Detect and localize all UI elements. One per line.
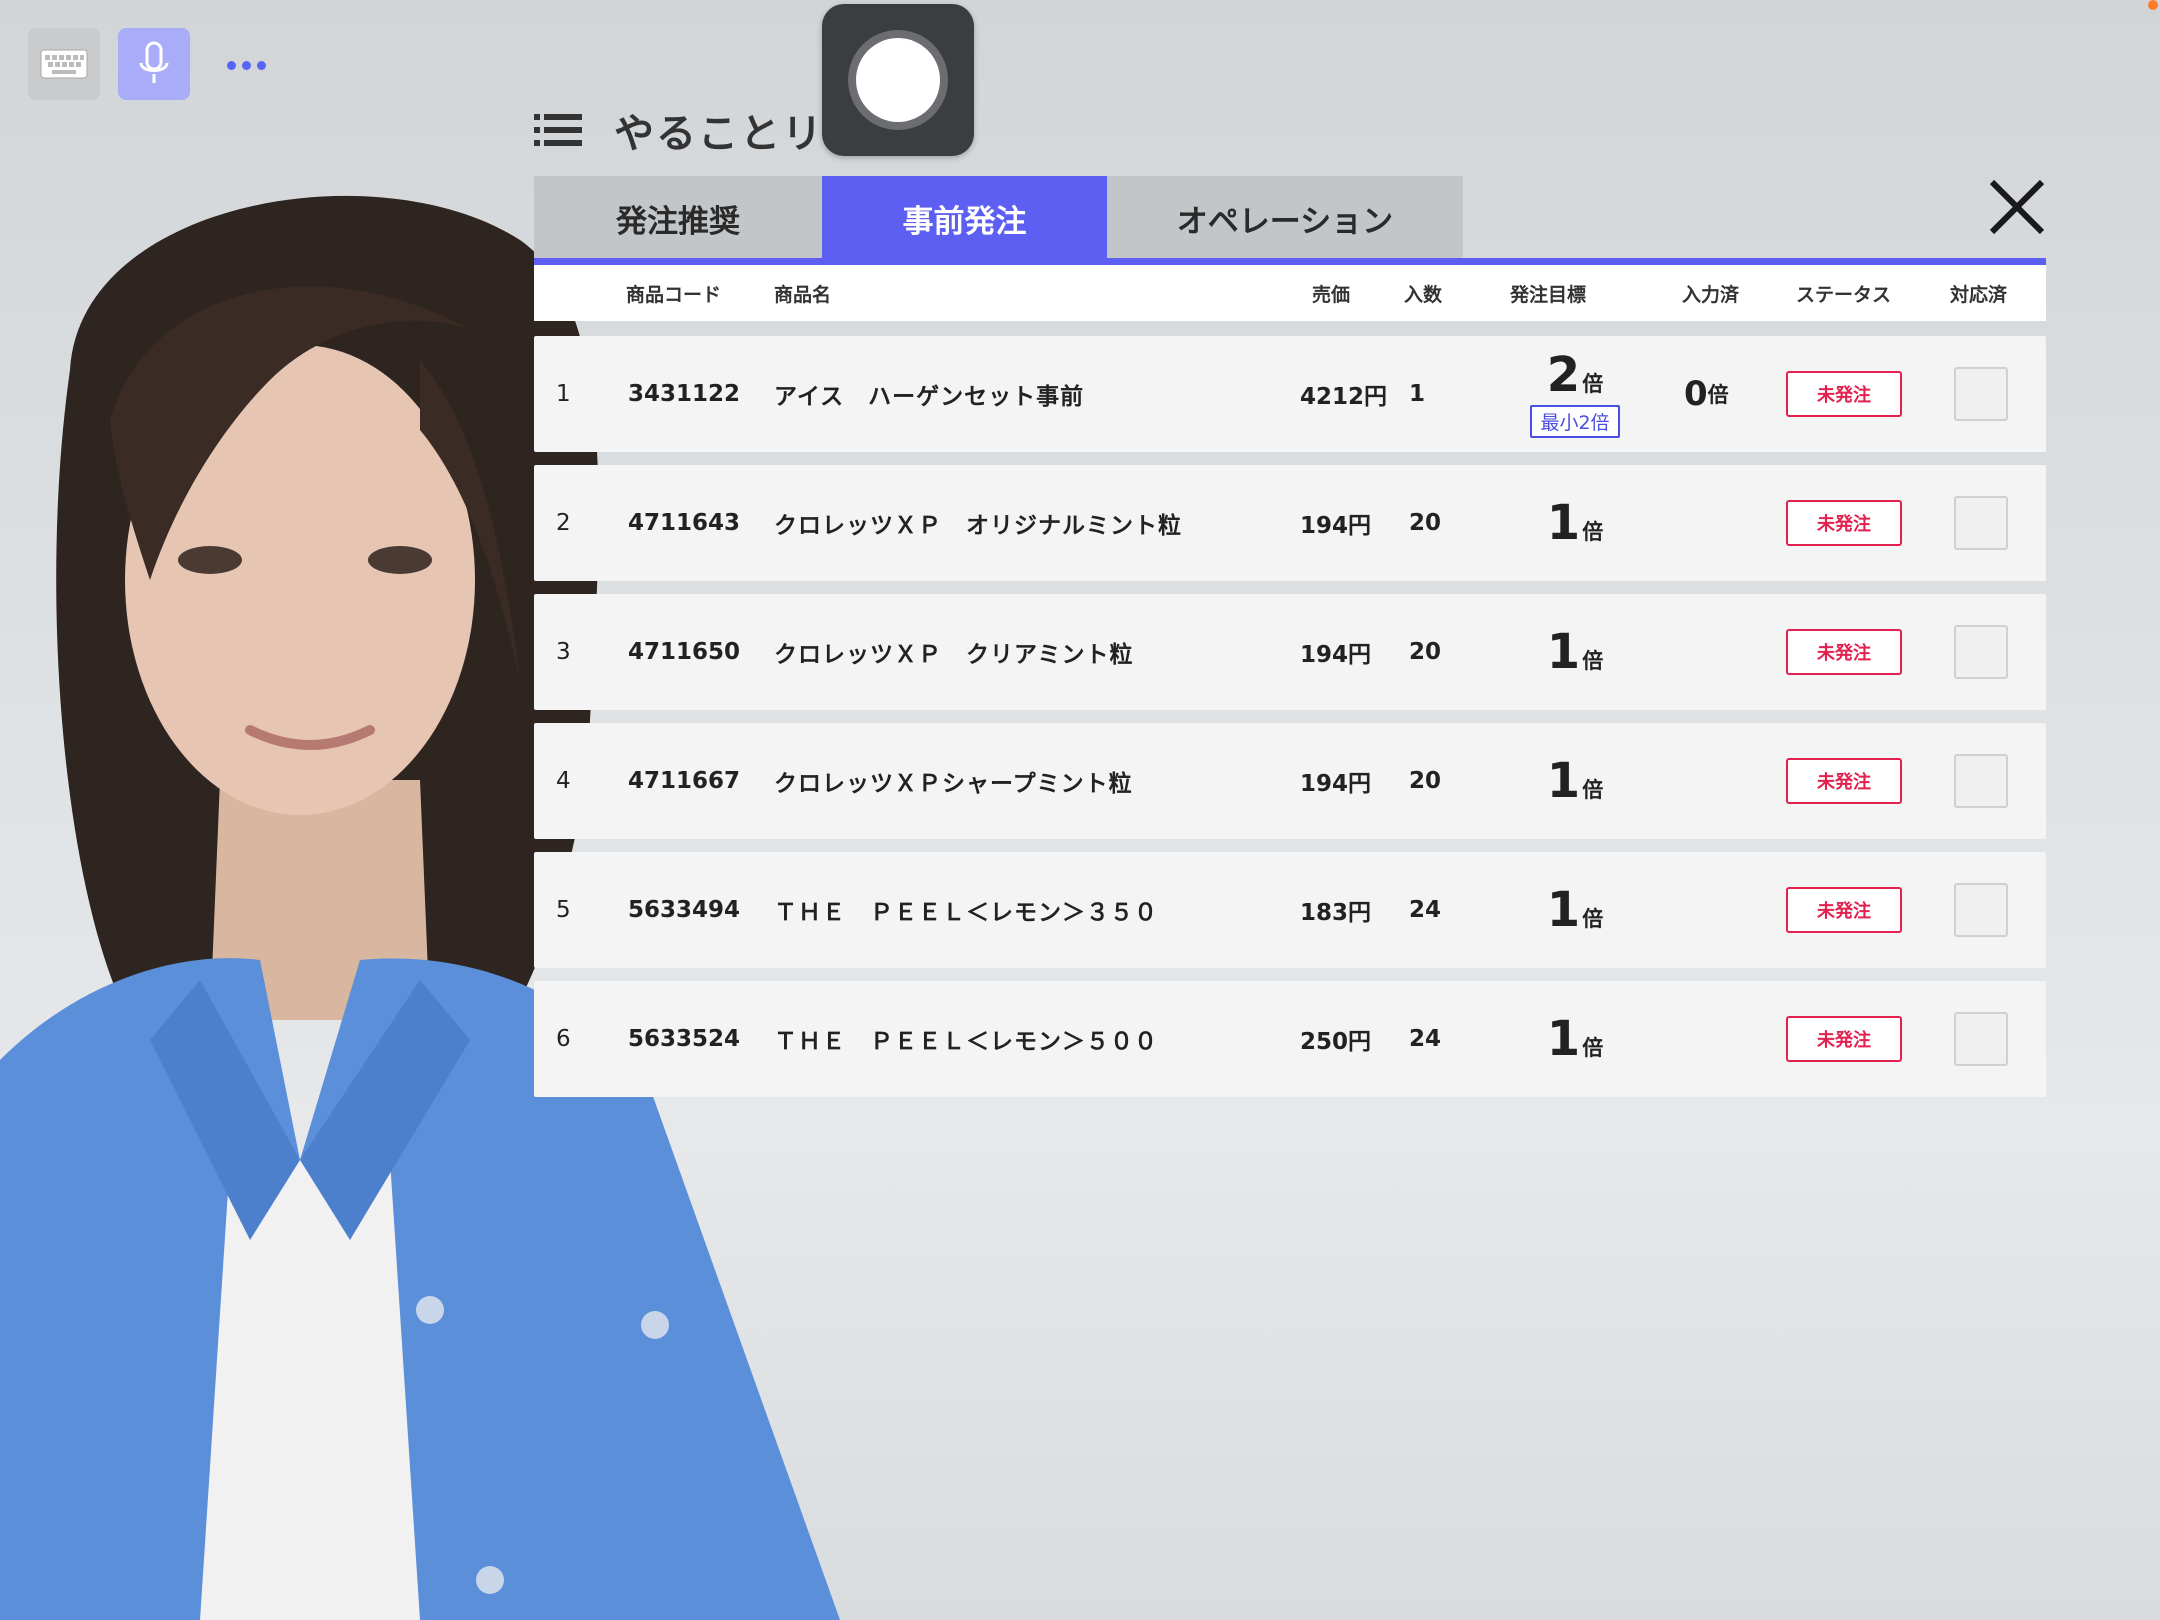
- target-value: 1: [1546, 753, 1581, 809]
- min-badge: 最小2倍: [1530, 404, 1620, 438]
- product-name: クロレッツＸＰシャープミント粒: [774, 771, 1133, 797]
- table-row: 4 4711667 クロレッツＸＰシャープミント粒 194円 20 1倍 未発注: [534, 723, 2046, 839]
- done-checkbox[interactable]: [1954, 883, 2008, 937]
- done-checkbox[interactable]: [1954, 1012, 2008, 1066]
- header-qty: 入数: [1404, 283, 1443, 306]
- record-button[interactable]: [822, 4, 974, 156]
- more-button[interactable]: [210, 28, 282, 100]
- tab-bar: 発注推奨 事前発注 オペレーション: [534, 176, 1463, 260]
- product-name: ＴＨＥ ＰＥＥＬ＜レモン＞５００: [774, 1029, 1158, 1055]
- more-dots-icon: [224, 55, 269, 74]
- price: 194円: [1300, 642, 1372, 668]
- record-icon: [848, 30, 948, 130]
- table-row: 6 5633524 ＴＨＥ ＰＥＥＬ＜レモン＞５００ 250円 24 1倍 未発…: [534, 981, 2046, 1097]
- header-input: 入力済: [1682, 283, 1740, 306]
- tab-underline: [534, 258, 2046, 265]
- header-status: ステータス: [1796, 283, 1892, 306]
- tab-pre-order[interactable]: 事前発注: [822, 176, 1107, 260]
- target-value: 2: [1546, 346, 1581, 403]
- status-button[interactable]: 未発注: [1786, 371, 1902, 417]
- table-header: 商品コード 商品名 売価 入数 発注目標 入力済 ステータス 対応済: [534, 265, 2046, 321]
- header-name: 商品名: [774, 283, 832, 306]
- pack-qty: 24: [1409, 1026, 1442, 1052]
- header-done: 対応済: [1950, 283, 2008, 306]
- list-icon: [534, 114, 582, 146]
- status-button[interactable]: 未発注: [1786, 887, 1902, 933]
- order-target: 1倍: [1500, 723, 1650, 839]
- done-checkbox[interactable]: [1954, 754, 2008, 808]
- row-number: 5: [556, 897, 571, 923]
- status-button[interactable]: 未発注: [1786, 1016, 1902, 1062]
- target-unit: 倍: [1582, 371, 1604, 396]
- product-code: 4711650: [628, 639, 741, 665]
- table-row: 5 5633494 ＴＨＥ ＰＥＥＬ＜レモン＞３５０ 183円 24 1倍 未発…: [534, 852, 2046, 968]
- keyboard-button[interactable]: [28, 28, 100, 100]
- status-button[interactable]: 未発注: [1786, 758, 1902, 804]
- status-button[interactable]: 未発注: [1786, 500, 1902, 546]
- keyboard-icon: [40, 49, 88, 79]
- order-target: 2倍 最小2倍: [1500, 336, 1650, 452]
- header-target: 発注目標: [1510, 283, 1587, 306]
- table-row: 3 4711650 クロレッツＸＰ クリアミント粒 194円 20 1倍 未発注: [534, 594, 2046, 710]
- header-price: 売価: [1312, 283, 1351, 306]
- target-unit: 倍: [1582, 520, 1604, 544]
- header-code: 商品コード: [626, 283, 722, 306]
- input-unit: 倍: [1707, 383, 1729, 407]
- row-number: 1: [556, 381, 571, 407]
- close-icon[interactable]: [1986, 176, 2048, 238]
- price: 183円: [1300, 900, 1372, 926]
- target-unit: 倍: [1582, 649, 1604, 673]
- product-code: 4711667: [628, 768, 741, 794]
- row-number: 4: [556, 768, 571, 794]
- product-name: アイス ハーゲンセット事前: [774, 384, 1085, 410]
- product-code: 4711643: [628, 510, 741, 536]
- table-row: 2 4711643 クロレッツＸＰ オリジナルミント粒 194円 20 1倍 未…: [534, 465, 2046, 581]
- table-row: 1 3431122 アイス ハーゲンセット事前 4212円 1 2倍 最小2倍 …: [534, 336, 2046, 452]
- price: 250円: [1300, 1029, 1372, 1055]
- pack-qty: 24: [1409, 897, 1442, 923]
- product-name: クロレッツＸＰ クリアミント粒: [774, 642, 1134, 668]
- pack-qty: 1: [1409, 381, 1426, 407]
- target-unit: 倍: [1582, 907, 1604, 931]
- pack-qty: 20: [1409, 510, 1442, 536]
- product-name: ＴＨＥ ＰＥＥＬ＜レモン＞３５０: [774, 900, 1158, 926]
- price: 4212円: [1300, 384, 1388, 410]
- notification-dot: [2148, 0, 2158, 10]
- product-code: 3431122: [628, 381, 741, 407]
- pack-qty: 20: [1409, 768, 1442, 794]
- microphone-button[interactable]: [118, 28, 190, 100]
- target-value: 1: [1546, 495, 1581, 551]
- price: 194円: [1300, 513, 1372, 539]
- target-value: 1: [1546, 624, 1581, 680]
- target-unit: 倍: [1582, 778, 1604, 802]
- product-name: クロレッツＸＰ オリジナルミント粒: [774, 513, 1182, 539]
- product-code: 5633524: [628, 1026, 741, 1052]
- target-value: 1: [1546, 1011, 1581, 1067]
- row-number: 2: [556, 510, 571, 536]
- tab-operation[interactable]: オペレーション: [1107, 176, 1463, 260]
- pack-qty: 20: [1409, 639, 1442, 665]
- target-value: 1: [1546, 882, 1581, 938]
- row-number: 6: [556, 1026, 571, 1052]
- done-checkbox[interactable]: [1954, 625, 2008, 679]
- input-value: 0: [1684, 374, 1708, 414]
- order-target: 1倍: [1500, 852, 1650, 968]
- status-button[interactable]: 未発注: [1786, 629, 1902, 675]
- tab-order-recommend[interactable]: 発注推奨: [534, 176, 822, 260]
- order-target: 1倍: [1500, 981, 1650, 1097]
- input-done: 0倍: [1684, 336, 1729, 452]
- price: 194円: [1300, 771, 1372, 797]
- done-checkbox[interactable]: [1954, 496, 2008, 550]
- microphone-icon: [139, 41, 169, 83]
- done-checkbox[interactable]: [1954, 367, 2008, 421]
- row-number: 3: [556, 639, 571, 665]
- order-target: 1倍: [1500, 594, 1650, 710]
- order-target: 1倍: [1500, 465, 1650, 581]
- target-unit: 倍: [1582, 1036, 1604, 1060]
- product-code: 5633494: [628, 897, 741, 923]
